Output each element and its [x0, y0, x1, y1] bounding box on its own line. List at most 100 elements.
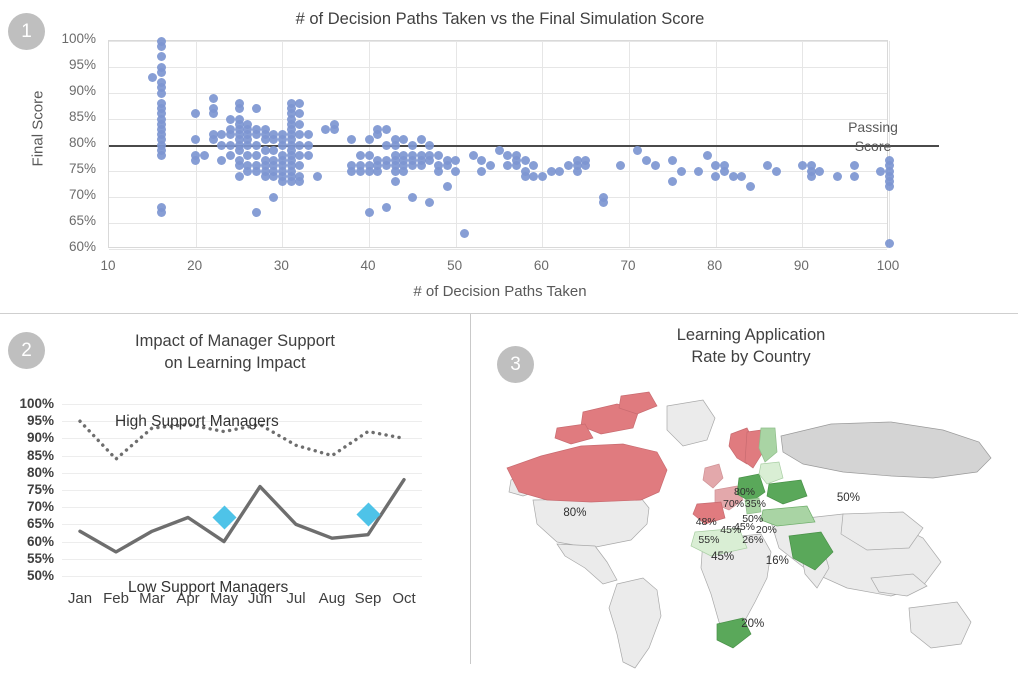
y-axis-tick: 95% [26, 413, 54, 429]
scatter-point [251, 140, 261, 150]
scatter-point [251, 130, 261, 140]
scatter-point [208, 109, 218, 119]
scatter-point [234, 104, 244, 114]
scatter-point [295, 140, 305, 150]
scatter-point [884, 182, 894, 192]
scatter-point [381, 140, 391, 150]
scatter-point [615, 161, 625, 171]
y-axis-tick: 65% [26, 516, 54, 532]
scatter-point [477, 156, 487, 166]
map-region-label: 70% [723, 498, 745, 510]
scatter-point [347, 166, 357, 176]
map-region-label: 26% [742, 534, 764, 546]
x-axis-tick: 40 [360, 258, 376, 273]
scatter-point [494, 145, 504, 155]
scatter-point [581, 161, 591, 171]
scatter-point [399, 166, 409, 176]
y-axis-tick: 85% [26, 447, 54, 463]
scatter-point [806, 171, 816, 181]
y-axis-tick: 75% [26, 482, 54, 497]
scatter-point [347, 135, 357, 145]
scatter-point [243, 140, 253, 150]
y-axis-tick: 85% [68, 109, 96, 124]
scatter-point [719, 166, 729, 176]
scatter-point [641, 156, 651, 166]
region-south-america [608, 577, 662, 669]
scatter-point [295, 150, 305, 160]
map-region-label: 55% [698, 534, 720, 546]
scatter-point [425, 140, 435, 150]
gridline-horizontal [109, 223, 887, 224]
series-label-high-support: High Support Managers [115, 413, 279, 430]
scatter-point [225, 114, 235, 124]
scatter-point [156, 67, 166, 77]
scatter-point [546, 166, 556, 176]
y-axis-tick: 70% [26, 499, 54, 515]
scatter-point [381, 124, 391, 134]
scatter-point [286, 176, 296, 186]
scatter-point [295, 119, 305, 129]
scatter-point [295, 176, 305, 186]
scatter-point [520, 171, 530, 181]
gridline-vertical [195, 41, 197, 247]
x-axis-tick: Aug [318, 590, 346, 607]
x-axis-tick: 30 [273, 258, 289, 273]
gridline-horizontal [109, 67, 887, 68]
scatter-point [364, 208, 374, 218]
scatter-point [468, 150, 478, 160]
gridline-horizontal [109, 171, 887, 172]
region-russia [780, 421, 992, 479]
panel2-title-line1: Impact of Manager Support [135, 332, 335, 350]
scatter-point [243, 166, 253, 176]
scatter-point [208, 93, 218, 103]
scatter-point [295, 130, 305, 140]
x-axis-tick: 20 [187, 258, 203, 273]
scatter-point [156, 41, 166, 51]
scatter-point [416, 135, 426, 145]
region-ukraine [766, 479, 808, 505]
scatter-point [191, 109, 201, 119]
scatter-point [390, 140, 400, 150]
y-axis-tick: 95% [68, 57, 96, 72]
scatter-point [633, 145, 643, 155]
scatter-point [191, 135, 201, 145]
scatter-point [303, 130, 313, 140]
scatter-point [295, 161, 305, 171]
panel1-y-axis-label: Final Score [29, 90, 47, 167]
panel1-title: # of Decision Paths Taken vs the Final S… [295, 10, 705, 28]
scatter-point [537, 171, 547, 181]
region-australia [908, 601, 972, 649]
scatter-point [147, 72, 157, 82]
scatter-point [260, 171, 270, 181]
map-region-label: 80% [733, 486, 756, 498]
scatter-point [485, 161, 495, 171]
y-axis-tick: 75% [68, 161, 96, 176]
scatter-point [693, 166, 703, 176]
scatter-point [407, 192, 417, 202]
scatter-point [797, 161, 807, 171]
scatter-point [849, 171, 859, 181]
scatter-point [156, 52, 166, 62]
x-axis-tick: 100 [876, 258, 900, 273]
scatter-point [321, 124, 331, 134]
scatter-point [728, 171, 738, 181]
scatter-point [390, 166, 400, 176]
scatter-point [520, 156, 530, 166]
scatter-point [373, 130, 383, 140]
passing-score-annotation: Passing Score [838, 118, 908, 156]
gridline-horizontal [109, 197, 887, 198]
gridline-vertical [542, 41, 544, 247]
scatter-point [355, 166, 365, 176]
scatter-point [251, 104, 261, 114]
scatter-point [849, 161, 859, 171]
scatter-point [511, 161, 521, 171]
scatter-point [234, 145, 244, 155]
panel-manager-support-line: 2 Impact of Manager Support on Learning … [0, 314, 470, 678]
scatter-point [191, 156, 201, 166]
region-canada [506, 443, 668, 503]
scatter-point [225, 150, 235, 160]
y-axis-tick: 90% [26, 430, 54, 446]
scatter-point [364, 135, 374, 145]
scatter-point [433, 166, 443, 176]
x-axis-tick: 70 [620, 258, 636, 273]
